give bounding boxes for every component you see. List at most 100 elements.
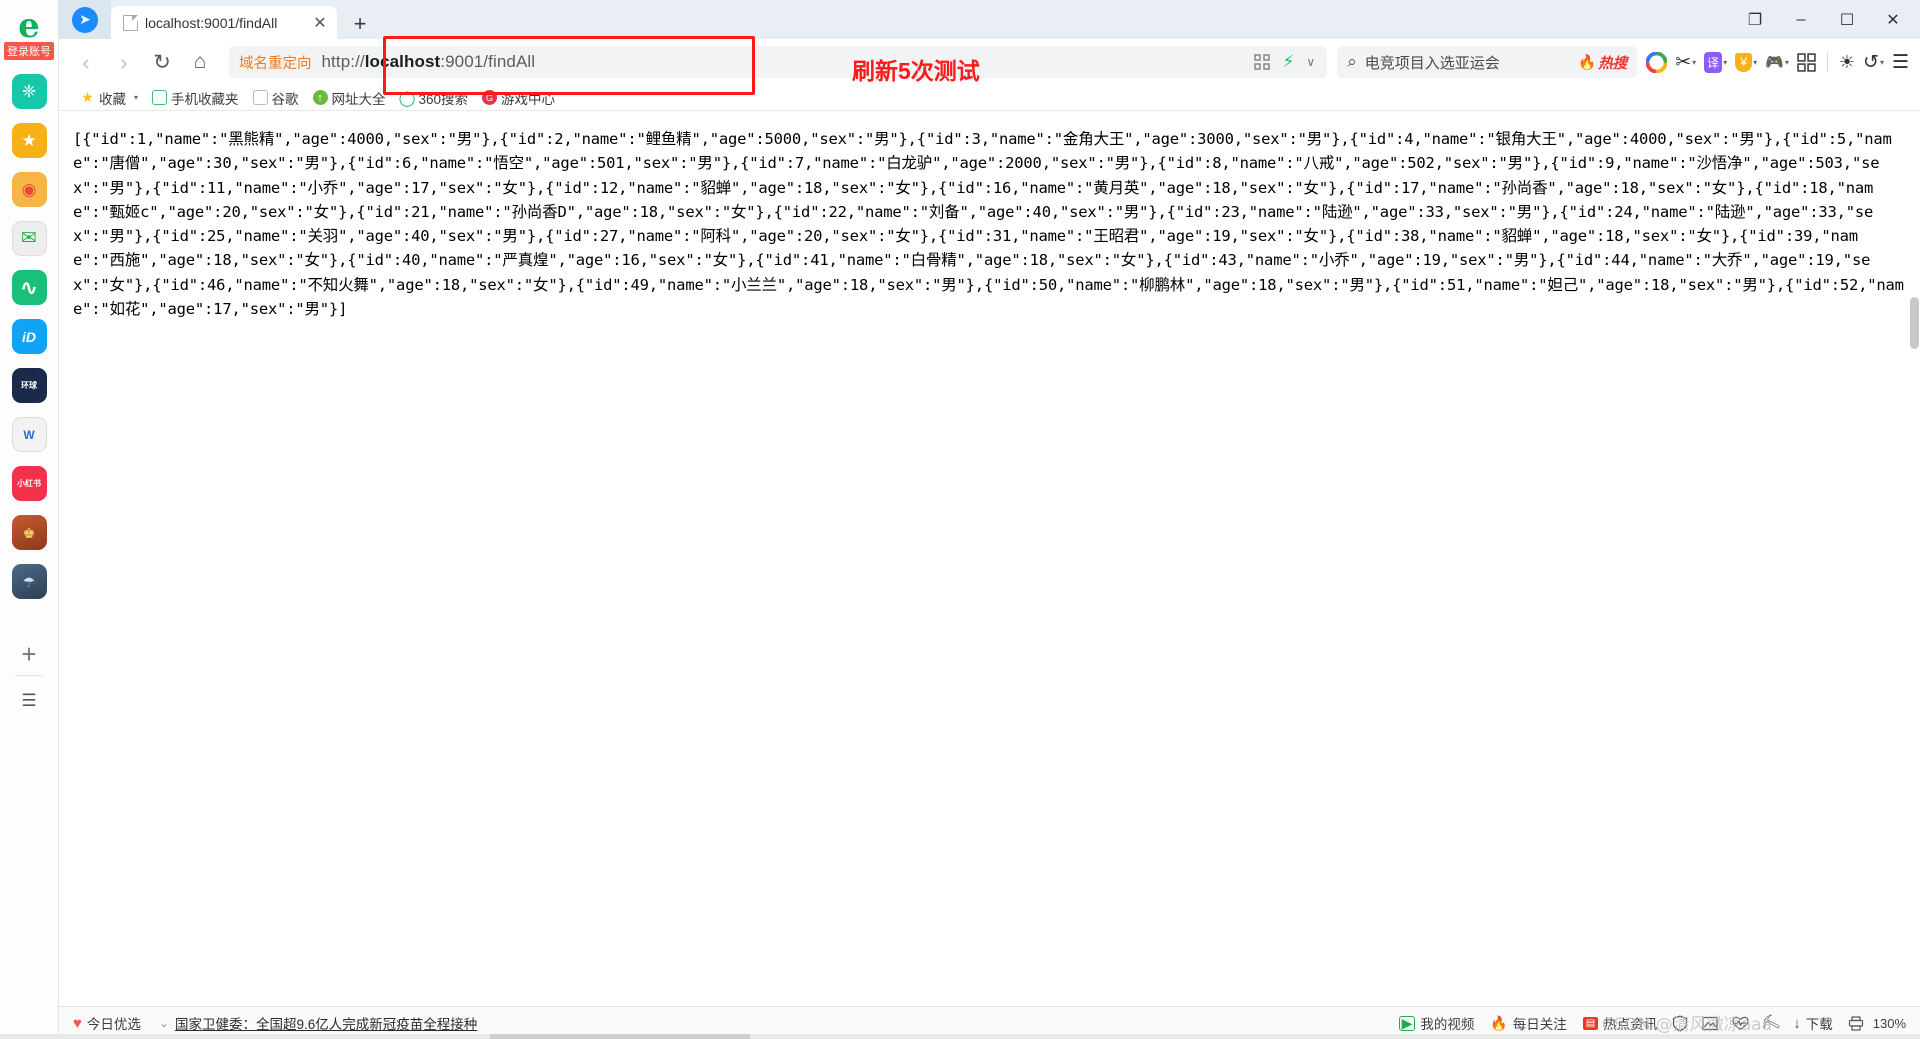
- sidebar-app-cloud[interactable]: ∿: [11, 270, 47, 305]
- bookmark-favorites[interactable]: ★ 收藏 ▾: [73, 87, 145, 109]
- sidebar-app-game2[interactable]: ☂: [11, 564, 47, 599]
- brightness-icon[interactable]: ☀: [1836, 45, 1858, 79]
- navigation-bar: ‹ › ↻ ⌂ 域名重定向 http://localhost:9001/find…: [59, 39, 1920, 85]
- huanqiu-icon: 环球: [21, 381, 37, 390]
- hot-news-button[interactable]: ▤ 热点资讯: [1575, 1013, 1665, 1033]
- star-icon: ★: [21, 131, 37, 150]
- minimize-button[interactable]: –: [1778, 0, 1824, 39]
- bookmarks-bar: ★ 收藏 ▾ 手机收藏夹 谷歌 ↑ 网址大全 ◯ 360搜索 G 游戏中心: [59, 85, 1920, 111]
- chevron-down-icon[interactable]: ▾: [1880, 58, 1884, 67]
- news-icon: ▤: [1582, 1016, 1599, 1030]
- bookmark-360-search[interactable]: ◯ 360搜索: [393, 87, 476, 109]
- url-prefix: http://: [321, 52, 365, 71]
- sidebar-app-iqiyi[interactable]: iD: [11, 319, 47, 354]
- bookmark-google[interactable]: 谷歌: [246, 87, 306, 109]
- chevron-down-icon[interactable]: ▾: [134, 93, 138, 102]
- chevron-down-icon[interactable]: ∨: [1306, 55, 1315, 69]
- sidebar-app-mail[interactable]: ✉: [11, 221, 47, 256]
- sidebar-list-button[interactable]: ☰: [12, 688, 47, 714]
- new-tab-button[interactable]: +: [343, 9, 377, 39]
- url-host: localhost: [364, 52, 441, 71]
- page-scrollbar[interactable]: [1909, 111, 1920, 1006]
- printer-icon[interactable]: [1841, 1011, 1871, 1035]
- menu-hamburger-icon[interactable]: ☰: [1889, 45, 1912, 79]
- play-icon: ▶: [1398, 1015, 1416, 1031]
- tab-localhost-findall[interactable]: localhost:9001/findAll ✕: [111, 6, 337, 39]
- bookmark-label: 手机收藏夹: [171, 91, 239, 107]
- today-picks-label: 今日优选: [86, 1017, 141, 1032]
- game-controller-icon[interactable]: 🎮 ▾: [1762, 45, 1792, 79]
- page-favicon: [123, 14, 138, 31]
- login-account-badge[interactable]: 登录账号: [4, 42, 54, 60]
- weibo-icon: ◉: [21, 180, 37, 199]
- search-icon: ⌕: [1347, 52, 1357, 71]
- toolbar-divider: [1826, 52, 1828, 72]
- bookmark-hao123[interactable]: ↑ 网址大全: [306, 87, 393, 109]
- url-text: http://localhost:9001/findAll: [322, 52, 536, 72]
- sidebar-app-qq[interactable]: ❈: [11, 74, 47, 109]
- paper-plane-icon: ➤: [72, 6, 98, 33]
- translate-icon[interactable]: 译 ▾: [1701, 45, 1730, 79]
- sidebar-app-xiaohongshu[interactable]: 小红书: [11, 466, 47, 501]
- json-response-body: [{"id":1,"name":"黑熊精","age":4000,"sex":"…: [73, 130, 1904, 319]
- image-icon[interactable]: [1695, 1011, 1725, 1035]
- sidebar-app-huanqiu[interactable]: 环球: [11, 368, 47, 403]
- undo-icon[interactable]: ↺ ▾: [1860, 45, 1887, 79]
- daily-follow-label: 每日关注: [1512, 1017, 1567, 1032]
- maximize-button[interactable]: ☐: [1824, 0, 1870, 39]
- scrollbar-thumb[interactable]: [1910, 297, 1919, 349]
- magnet-icon[interactable]: ⛏: [1755, 1011, 1785, 1035]
- iqiyi-icon: iD: [22, 328, 36, 345]
- browser-brand-button[interactable]: ➤: [59, 0, 111, 39]
- home-button[interactable]: ⌂: [181, 43, 219, 81]
- flame-icon: 🔥: [1490, 1014, 1508, 1031]
- zoom-level-label[interactable]: 130%: [1871, 1016, 1910, 1031]
- sidebar-app-weibo[interactable]: ◉: [11, 172, 47, 207]
- yen-glyph: ¥: [1735, 52, 1753, 72]
- flame-icon: 🔥: [1578, 54, 1597, 71]
- lightning-icon[interactable]: ⚡: [1282, 52, 1294, 72]
- shield-icon[interactable]: [1665, 1011, 1695, 1035]
- download-button[interactable]: ↓ 下载: [1785, 1013, 1841, 1033]
- xiaohongshu-icon: 小红书: [17, 478, 41, 488]
- sidebar-add-button[interactable]: +: [12, 639, 47, 669]
- news-chevron-icon[interactable]: ⌄: [159, 1016, 169, 1030]
- collections-icon[interactable]: ❐: [1732, 0, 1778, 39]
- news-headline-link[interactable]: 国家卫健委：全国超9.6亿人完成新冠疫苗全程接种: [175, 1013, 477, 1033]
- qr-code-icon[interactable]: [1254, 54, 1271, 70]
- back-button[interactable]: ‹: [67, 43, 105, 81]
- page-content: [{"id":1,"name":"黑熊精","age":4000,"sex":"…: [59, 111, 1920, 1006]
- bookmark-game-center[interactable]: G 游戏中心: [475, 87, 562, 109]
- shopping-shield-icon[interactable]: ¥ ▾: [1732, 45, 1760, 79]
- mobile-icon: [152, 90, 168, 105]
- sidebar-app-game1[interactable]: ♚: [11, 515, 47, 550]
- chevron-down-icon[interactable]: ▾: [1692, 58, 1696, 67]
- scissors-screenshot-icon[interactable]: ✂ ▾: [1672, 45, 1699, 79]
- sidebar-app-favorites[interactable]: ★: [11, 123, 47, 158]
- apps-grid-icon[interactable]: [1794, 45, 1819, 79]
- heart-monitor-icon[interactable]: [1725, 1011, 1755, 1035]
- arrow-up-icon: ↑: [312, 90, 328, 105]
- chevron-down-icon[interactable]: ▾: [1723, 58, 1727, 67]
- os-taskbar-sliver: [0, 1034, 1920, 1039]
- address-bar[interactable]: 域名重定向 http://localhost:9001/findAll ⚡ ∨: [229, 46, 1328, 78]
- mail-icon: ✉: [21, 228, 37, 249]
- toolbar-icons: ✂ ▾ 译 ▾ ¥ ▾ 🎮 ▾ ☀ ↺ ▾ ☰: [1637, 45, 1912, 79]
- tab-close-icon[interactable]: ✕: [309, 12, 331, 34]
- close-window-button[interactable]: ✕: [1870, 0, 1916, 39]
- browser-window: e 登录账号 ❈ ★ ◉ ✉ ∿ iD 环球 W 小红书 ♚ ☂ + ☰ ➤ l…: [0, 0, 1920, 1039]
- color-circle-icon[interactable]: [1643, 45, 1670, 79]
- chevron-down-icon[interactable]: ▾: [1753, 58, 1757, 67]
- forward-button[interactable]: ›: [105, 43, 143, 81]
- bookmark-mobile-folder[interactable]: 手机收藏夹: [145, 87, 246, 109]
- bookmark-label: 收藏: [99, 91, 126, 107]
- chevron-down-icon[interactable]: ▾: [1785, 58, 1789, 67]
- download-icon: ↓: [1793, 1014, 1801, 1032]
- translate-glyph: 译: [1704, 51, 1723, 73]
- daily-follow-button[interactable]: 🔥 每日关注: [1482, 1013, 1574, 1033]
- search-box[interactable]: ⌕ 电竞项目入选亚运会 🔥 热搜: [1337, 46, 1638, 78]
- sidebar-app-wps[interactable]: W: [11, 417, 47, 452]
- reload-button[interactable]: ↻: [143, 43, 181, 81]
- today-picks-button[interactable]: ♥ 今日优选: [65, 1013, 149, 1033]
- my-video-button[interactable]: ▶ 我的视频: [1391, 1013, 1483, 1033]
